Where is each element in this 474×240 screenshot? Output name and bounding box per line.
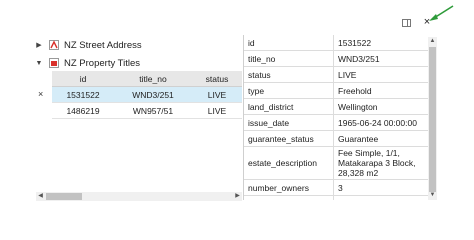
property-row: status LIVE	[244, 67, 429, 83]
property-value: F	[334, 196, 429, 201]
vertical-scrollbar[interactable]: ▲ ▼	[428, 37, 437, 200]
scroll-left-icon[interactable]: ◀	[36, 192, 45, 201]
property-row: spatial_extents_shared F	[244, 196, 429, 200]
property-key: id	[244, 35, 334, 50]
scrollbar-thumb[interactable]	[429, 47, 436, 192]
selected-row-marker-icon[interactable]: ×	[38, 89, 43, 99]
property-value: Guarantee	[338, 133, 379, 144]
scroll-down-icon[interactable]: ▼	[428, 191, 437, 200]
horizontal-scrollbar[interactable]: ◀ ▶	[36, 192, 242, 201]
cell-status: LIVE	[207, 89, 227, 100]
property-row: issue_date 1965-06-24 00:00:00	[244, 115, 429, 131]
layer-row-street-address[interactable]: ▶ NZ Street Address	[34, 37, 142, 53]
layer-label: NZ Street Address	[64, 39, 142, 51]
table-header: id title_no status	[52, 71, 242, 87]
scroll-right-icon[interactable]: ▶	[233, 192, 242, 201]
layer-row-property-titles[interactable]: ▼ NZ Property Titles	[34, 55, 141, 71]
property-row: number_owners 3	[244, 180, 429, 196]
property-value: LIVE	[338, 69, 357, 80]
property-key: spatial_extents_shared	[244, 196, 335, 200]
property-row: estate_description Fee Simple, 1/1, Mata…	[244, 147, 429, 180]
expand-triangle-icon[interactable]: ▶	[34, 41, 44, 49]
scrollbar-thumb[interactable]	[46, 193, 82, 200]
attribute-table: id title_no status 1531522 WND3/251 LIVE…	[52, 71, 242, 119]
cell-title-no: WN957/51	[132, 105, 174, 116]
property-value: Freehold	[338, 85, 372, 96]
table-row[interactable]: 1486219 WN957/51 LIVE	[52, 103, 242, 119]
column-header-title-no[interactable]: title_no	[114, 71, 192, 86]
feature-properties-panel: id 1531522 title_no WND3/251 status LIVE…	[243, 35, 429, 200]
layer-polygon-icon	[49, 58, 59, 68]
scroll-up-icon[interactable]: ▲	[428, 37, 437, 46]
layer-point-icon	[49, 40, 59, 50]
cell-id: 1486219	[66, 105, 100, 116]
cell-id: 1531522	[66, 89, 100, 100]
property-value: Wellington	[338, 101, 378, 112]
property-value: 3	[338, 182, 343, 193]
cell-title-no: WND3/251	[132, 89, 174, 100]
column-header-id[interactable]: id	[52, 71, 114, 86]
table-row[interactable]: 1531522 WND3/251 LIVE	[52, 87, 242, 103]
property-key: status	[244, 67, 334, 82]
property-value: 1965-06-24 00:00:00	[338, 117, 417, 128]
property-row: guarantee_status Guarantee	[244, 131, 429, 147]
property-key: estate_description	[244, 147, 334, 179]
collapse-triangle-icon[interactable]: ▼	[34, 60, 44, 67]
property-key: type	[244, 83, 334, 98]
panel-toggle-icon[interactable]	[402, 19, 411, 27]
layer-label: NZ Property Titles	[64, 57, 141, 69]
layer-panel: ▶ NZ Street Address ▼ NZ Property Titles…	[34, 37, 242, 200]
property-value: 1531522	[338, 37, 372, 48]
cell-status: LIVE	[207, 105, 227, 116]
property-key: issue_date	[244, 115, 334, 130]
property-row: title_no WND3/251	[244, 51, 429, 67]
property-key: land_district	[244, 99, 334, 114]
property-key: number_owners	[244, 180, 334, 195]
green-arrow-annotation-icon	[429, 5, 454, 21]
property-value: WND3/251	[338, 53, 380, 64]
property-key: title_no	[244, 51, 334, 66]
property-key: guarantee_status	[244, 131, 334, 146]
column-header-status[interactable]: status	[192, 71, 242, 86]
property-row: id 1531522	[244, 35, 429, 51]
property-row: type Freehold	[244, 83, 429, 99]
property-row: land_district Wellington	[244, 99, 429, 115]
property-value: Fee Simple, 1/1, Matakarapa 3 Block, 28,…	[338, 148, 416, 178]
